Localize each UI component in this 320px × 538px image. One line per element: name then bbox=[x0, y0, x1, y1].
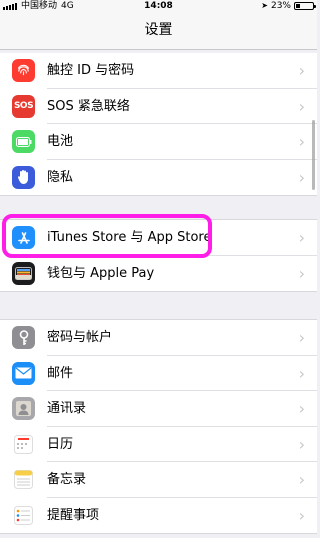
sos-icon: SOS bbox=[12, 94, 35, 118]
chevron-right-icon: › bbox=[298, 96, 305, 116]
settings-row[interactable]: 密码与帐户 › bbox=[0, 320, 317, 356]
notes-icon bbox=[12, 468, 35, 491]
chevron-right-icon: › bbox=[298, 263, 305, 283]
status-bar: 中国移动 4G 14:08 ➤ 23% bbox=[0, 0, 317, 12]
status-right: ➤ 23% bbox=[261, 0, 316, 12]
settings-row-label: 隐私 bbox=[47, 169, 74, 185]
settings-row[interactable]: 提醒事项 › bbox=[0, 498, 317, 534]
settings-group-apps: 密码与帐户 › 邮件 › 通讯录 › 日历 › 备忘录 › 提醒事项 › bbox=[0, 319, 317, 534]
settings-row-label: 通讯录 bbox=[47, 401, 87, 416]
settings-row[interactable]: 备忘录 › bbox=[0, 462, 317, 498]
settings-row[interactable]: 电池 › bbox=[0, 124, 317, 160]
settings-row-label: iTunes Store 与 App Store bbox=[47, 230, 212, 245]
settings-row-label: 备忘录 bbox=[47, 472, 87, 487]
page-title: 设置 bbox=[144, 22, 173, 38]
settings-row[interactable]: iTunes Store 与 App Store › bbox=[0, 220, 317, 256]
battery-icon bbox=[12, 130, 35, 153]
settings-group-security: 触控 ID 与密码 › SOS SOS 紧急联络 › 电池 › 隐私 › bbox=[0, 53, 317, 196]
app-store-icon bbox=[12, 226, 35, 249]
chevron-right-icon: › bbox=[298, 470, 305, 489]
settings-row[interactable]: 钱包与 Apple Pay › bbox=[0, 256, 317, 292]
location-icon: ➤ bbox=[261, 1, 268, 10]
nav-bar: 设置 bbox=[0, 12, 317, 50]
settings-row[interactable]: 邮件 › bbox=[0, 356, 317, 391]
chevron-right-icon: › bbox=[298, 328, 305, 347]
settings-row[interactable]: 通讯录 › bbox=[0, 391, 317, 427]
settings-row-label: SOS 紧急联络 bbox=[47, 98, 130, 114]
mail-icon bbox=[12, 361, 35, 385]
chevron-right-icon: › bbox=[298, 505, 305, 525]
settings-row-label: 密码与帐户 bbox=[47, 330, 113, 345]
reminders-icon bbox=[12, 503, 35, 527]
contacts-icon bbox=[12, 397, 35, 420]
settings-row-label: 日历 bbox=[47, 436, 74, 452]
chevron-right-icon: › bbox=[298, 228, 305, 247]
settings-row-label: 触控 ID 与密码 bbox=[47, 63, 135, 78]
chevron-right-icon: › bbox=[298, 61, 305, 80]
key-icon bbox=[12, 326, 35, 349]
battery-percent: 23% bbox=[270, 1, 291, 11]
chevron-right-icon: › bbox=[298, 399, 305, 418]
settings-row[interactable]: 隐私 › bbox=[0, 160, 317, 196]
chevron-right-icon: › bbox=[298, 434, 305, 454]
scroll-indicator[interactable] bbox=[312, 120, 315, 190]
fingerprint-icon bbox=[12, 59, 35, 82]
chevron-right-icon: › bbox=[298, 363, 305, 383]
settings-group-store: iTunes Store 与 App Store › 钱包与 Apple Pay › bbox=[0, 219, 317, 292]
settings-row-label: 钱包与 Apple Pay bbox=[47, 265, 155, 281]
hand-icon bbox=[12, 165, 35, 189]
settings-row[interactable]: 触控 ID 与密码 › bbox=[0, 53, 317, 89]
calendar-icon bbox=[12, 432, 35, 456]
settings-row-label: 提醒事项 bbox=[47, 507, 100, 523]
settings-row-label: 电池 bbox=[47, 134, 74, 149]
chevron-right-icon: › bbox=[298, 132, 305, 151]
settings-row[interactable]: SOS SOS 紧急联络 › bbox=[0, 89, 317, 124]
chevron-right-icon: › bbox=[298, 167, 305, 187]
wallet-icon bbox=[12, 261, 35, 285]
settings-row[interactable]: 日历 › bbox=[0, 427, 317, 462]
settings-row-label: 邮件 bbox=[47, 365, 74, 381]
battery-icon bbox=[294, 2, 316, 10]
